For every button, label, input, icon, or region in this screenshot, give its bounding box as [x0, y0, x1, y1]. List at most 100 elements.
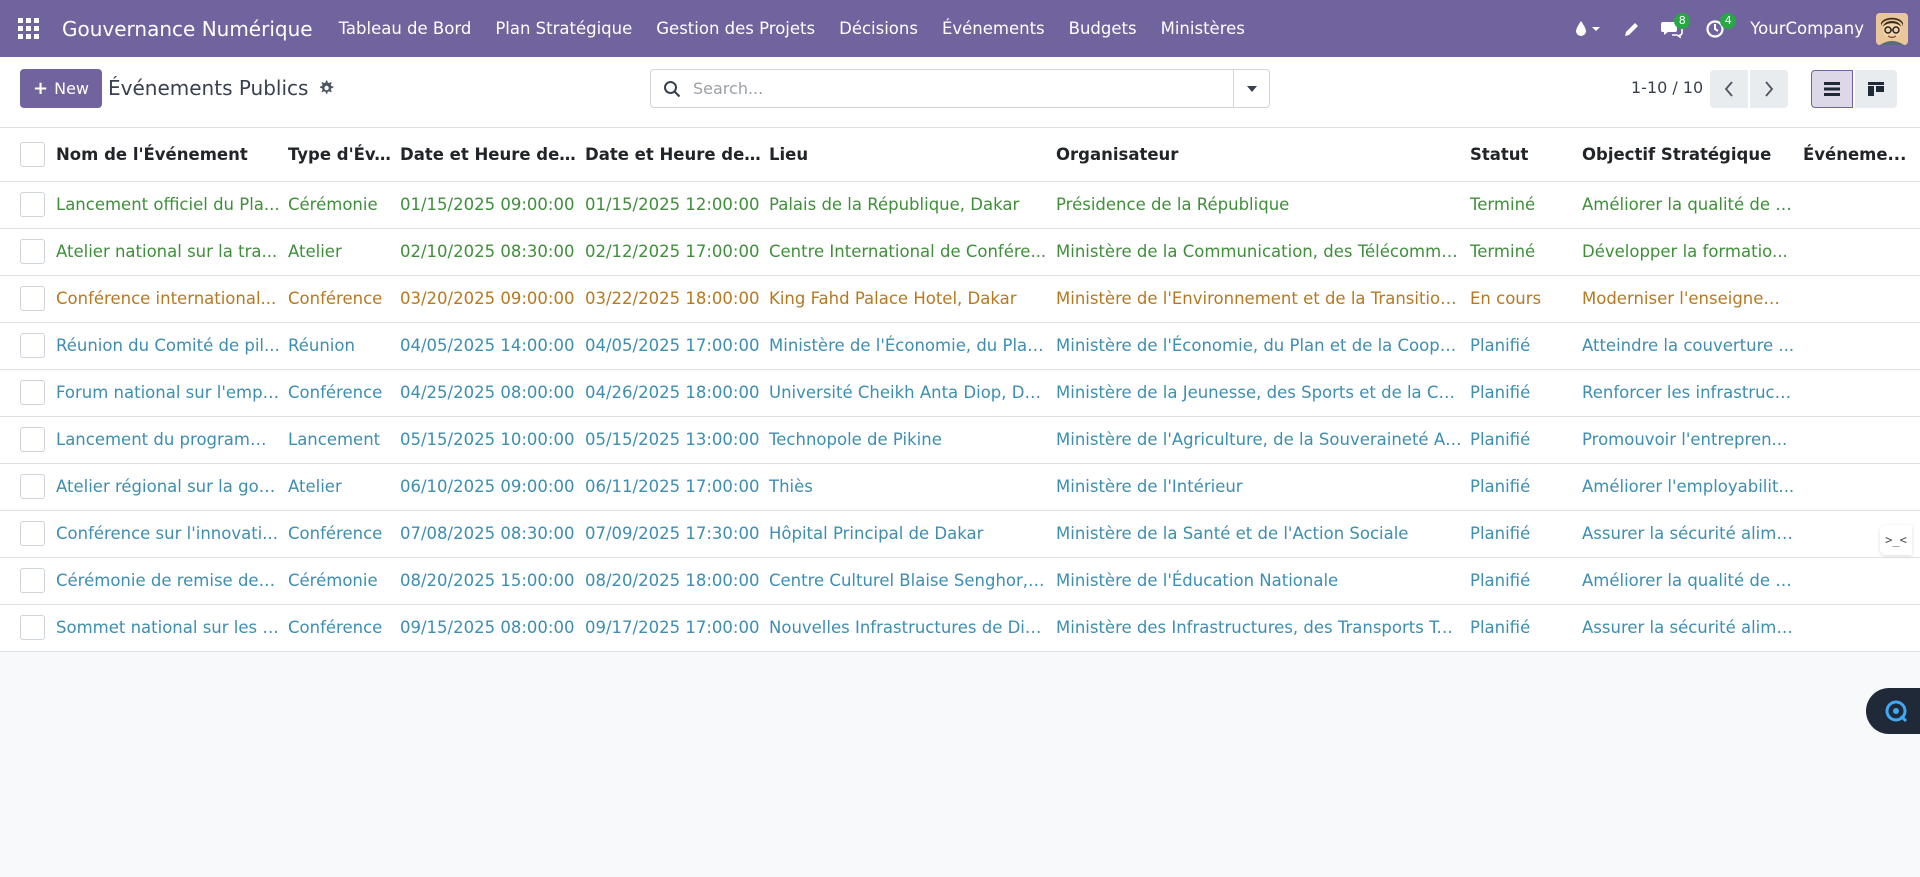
row-checkbox[interactable] [20, 474, 45, 499]
menu-item-evenements[interactable]: Événements [930, 0, 1057, 57]
cell-type[interactable]: Réunion [284, 322, 396, 369]
user-avatar[interactable] [1876, 12, 1908, 45]
cell-type[interactable]: Atelier [284, 463, 396, 510]
app-brand[interactable]: Gouvernance Numérique [62, 17, 313, 41]
cell-type[interactable]: Conférence [284, 510, 396, 557]
code-toggle-icon[interactable]: >_< [1880, 525, 1912, 555]
cell-date-fin[interactable]: 01/15/2025 12:00:00 [581, 181, 765, 228]
cell-statut[interactable]: Planifié [1466, 369, 1578, 416]
menu-item-plan-strategique[interactable]: Plan Stratégique [483, 0, 644, 57]
cell-nom[interactable]: Cérémonie de remise des ... [52, 557, 284, 604]
row-checkbox[interactable] [20, 568, 45, 593]
cell-date-debut[interactable]: 09/15/2025 08:00:00 [396, 604, 581, 651]
cell-nom[interactable]: Lancement du programm... [52, 416, 284, 463]
cell-statut[interactable]: Planifié [1466, 557, 1578, 604]
cell-type[interactable]: Atelier [284, 228, 396, 275]
cell-statut[interactable]: En cours [1466, 275, 1578, 322]
cell-organisateur[interactable]: Ministère de l'Économie, du Plan et de l… [1052, 322, 1466, 369]
select-all-checkbox[interactable] [20, 141, 45, 167]
cell-statut[interactable]: Planifié [1466, 604, 1578, 651]
cell-organisateur[interactable]: Ministère de la Santé et de l'Action Soc… [1052, 510, 1466, 557]
menu-item-budgets[interactable]: Budgets [1057, 0, 1149, 57]
column-header-objectif[interactable]: Objectif Stratégique [1578, 128, 1799, 181]
row-checkbox[interactable] [20, 333, 45, 358]
cell-statut[interactable]: Planifié [1466, 463, 1578, 510]
cell-objectif[interactable]: Renforcer les infrastruct... [1578, 369, 1799, 416]
column-header-nom[interactable]: Nom de l'Événement [52, 128, 284, 181]
table-row[interactable]: Cérémonie de remise des ... Cérémonie 08/2… [0, 557, 1920, 604]
cell-organisateur[interactable]: Ministère de l'Agriculture, de la Souver… [1052, 416, 1466, 463]
cell-objectif[interactable]: Atteindre la couverture ... [1578, 322, 1799, 369]
pager-previous-button[interactable] [1710, 70, 1748, 108]
cell-statut[interactable]: Terminé [1466, 181, 1578, 228]
cell-type[interactable]: Cérémonie [284, 557, 396, 604]
table-row[interactable]: Sommet national sur les i... Conférence 09… [0, 604, 1920, 651]
cell-date-debut[interactable]: 07/08/2025 08:30:00 [396, 510, 581, 557]
assistant-fab-icon[interactable] [1866, 688, 1920, 734]
new-button[interactable]: + New [20, 69, 102, 108]
drop-icon[interactable] [1564, 0, 1612, 57]
row-checkbox[interactable] [20, 192, 45, 217]
cell-organisateur[interactable]: Présidence de la République [1052, 181, 1466, 228]
cell-evenement[interactable] [1799, 463, 1920, 510]
row-checkbox[interactable] [20, 615, 45, 640]
cell-lieu[interactable]: Ministère de l'Économie, du Plan... [765, 322, 1052, 369]
cell-date-debut[interactable]: 05/15/2025 10:00:00 [396, 416, 581, 463]
cell-nom[interactable]: Lancement officiel du Pla... [52, 181, 284, 228]
cell-nom[interactable]: Réunion du Comité de pil... [52, 322, 284, 369]
cell-statut[interactable]: Planifié [1466, 322, 1578, 369]
column-header-statut[interactable]: Statut [1466, 128, 1578, 181]
table-row[interactable]: Forum national sur l'empl... Conférence 04… [0, 369, 1920, 416]
cell-date-fin[interactable]: 05/15/2025 13:00:00 [581, 416, 765, 463]
pager-value[interactable]: 1-10 / 10 [1631, 78, 1703, 97]
cell-organisateur[interactable]: Ministère des Infrastructures, des Trans… [1052, 604, 1466, 651]
cell-lieu[interactable]: Nouvelles Infrastructures de Dia... [765, 604, 1052, 651]
activity-clock-icon[interactable]: 4 [1692, 0, 1738, 57]
cell-organisateur[interactable]: Ministère de l'Intérieur [1052, 463, 1466, 510]
list-view-button[interactable] [1811, 70, 1853, 108]
column-header-type[interactable]: Type d'Év... [284, 128, 396, 181]
cell-evenement[interactable] [1799, 228, 1920, 275]
kanban-view-button[interactable] [1855, 70, 1897, 108]
menu-item-tableau-de-bord[interactable]: Tableau de Bord [327, 0, 484, 57]
table-row[interactable]: Lancement officiel du Pla... Cérémonie 01/… [0, 181, 1920, 228]
cell-organisateur[interactable]: Ministère de l'Environnement et de la Tr… [1052, 275, 1466, 322]
row-checkbox[interactable] [20, 427, 45, 452]
column-header-date-fin[interactable]: Date et Heure de Fin [581, 128, 765, 181]
cell-date-debut[interactable]: 08/20/2025 15:00:00 [396, 557, 581, 604]
menu-item-decisions[interactable]: Décisions [827, 0, 930, 57]
table-row[interactable]: Conférence sur l'innovati... Conférence 07… [0, 510, 1920, 557]
cell-date-debut[interactable]: 04/05/2025 14:00:00 [396, 322, 581, 369]
cell-evenement[interactable] [1799, 322, 1920, 369]
cell-date-fin[interactable]: 08/20/2025 18:00:00 [581, 557, 765, 604]
cell-objectif[interactable]: Assurer la sécurité alime... [1578, 604, 1799, 651]
cell-evenement[interactable] [1799, 416, 1920, 463]
row-checkbox[interactable] [20, 286, 45, 311]
cell-nom[interactable]: Atelier national sur la tra... [52, 228, 284, 275]
cell-type[interactable]: Conférence [284, 604, 396, 651]
table-row[interactable]: Réunion du Comité de pil... Réunion 04/05/… [0, 322, 1920, 369]
cell-date-debut[interactable]: 04/25/2025 08:00:00 [396, 369, 581, 416]
cell-objectif[interactable]: Assurer la sécurité alime... [1578, 510, 1799, 557]
row-checkbox[interactable] [20, 380, 45, 405]
cell-date-fin[interactable]: 06/11/2025 17:00:00 [581, 463, 765, 510]
app-menu-icon[interactable] [0, 0, 57, 57]
cell-type[interactable]: Conférence [284, 275, 396, 322]
cell-type[interactable]: Conférence [284, 369, 396, 416]
cell-organisateur[interactable]: Ministère de l'Éducation Nationale [1052, 557, 1466, 604]
cell-objectif[interactable]: Développer la formatio... [1578, 228, 1799, 275]
cell-evenement[interactable] [1799, 604, 1920, 651]
table-row[interactable]: Lancement du programm... Lancement 05/15/2… [0, 416, 1920, 463]
cell-evenement[interactable] [1799, 557, 1920, 604]
row-checkbox[interactable] [20, 239, 45, 264]
cell-date-debut[interactable]: 01/15/2025 09:00:00 [396, 181, 581, 228]
cell-nom[interactable]: Sommet national sur les i... [52, 604, 284, 651]
cell-date-debut[interactable]: 03/20/2025 09:00:00 [396, 275, 581, 322]
search-options-toggle[interactable] [1233, 70, 1269, 107]
cell-organisateur[interactable]: Ministère de la Jeunesse, des Sports et … [1052, 369, 1466, 416]
cell-date-debut[interactable]: 06/10/2025 09:00:00 [396, 463, 581, 510]
cell-lieu[interactable]: Centre Culturel Blaise Senghor, ... [765, 557, 1052, 604]
cell-date-fin[interactable]: 03/22/2025 18:00:00 [581, 275, 765, 322]
cell-objectif[interactable]: Améliorer l'employabilit... [1578, 463, 1799, 510]
cell-type[interactable]: Cérémonie [284, 181, 396, 228]
